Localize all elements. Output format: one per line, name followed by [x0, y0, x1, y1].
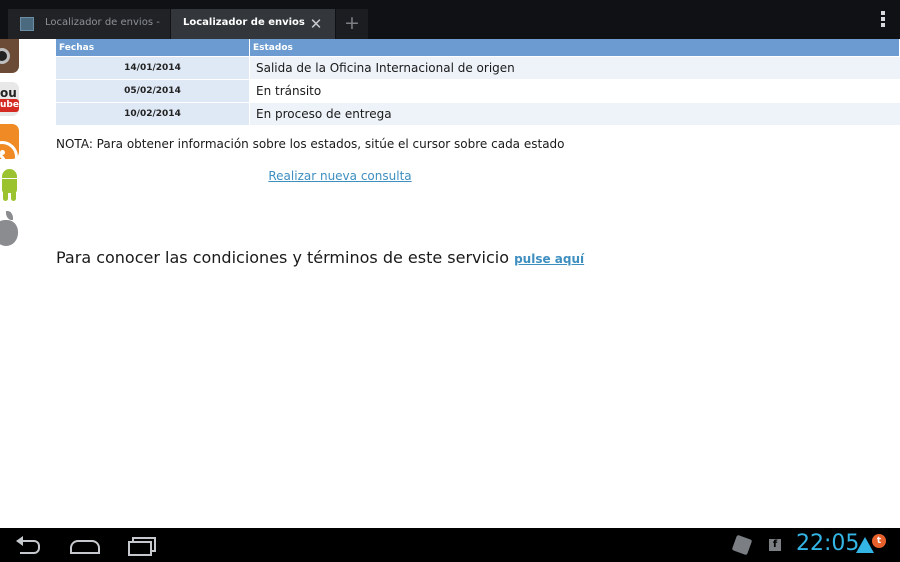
facebook-notification-icon[interactable]: f [769, 539, 781, 551]
notification-app-icon[interactable] [731, 534, 753, 556]
close-tab-icon[interactable]: ✕ [305, 13, 327, 35]
new-tab-button[interactable]: + [336, 9, 368, 39]
tab-title: Localizador de envios - C... [183, 17, 307, 28]
row-status[interactable]: En tránsito [249, 79, 900, 103]
instagram-icon[interactable] [0, 39, 19, 73]
rss-icon[interactable] [0, 124, 19, 159]
site-favicon-icon [20, 17, 34, 31]
apple-icon[interactable] [0, 211, 19, 247]
row-date: 14/01/2014 [56, 56, 250, 80]
tracking-status-table: Fechas Estados 14/01/2014 Salida de la O… [56, 39, 900, 125]
youtube-icon[interactable]: ou ube [0, 82, 19, 116]
row-status[interactable]: Salida de la Oficina Internacional de or… [249, 56, 900, 80]
table-header-row: Fechas Estados [56, 39, 900, 57]
back-icon[interactable] [16, 534, 42, 556]
terms-line: Para conocer las condiciones y términos … [56, 248, 584, 267]
table-row: 14/01/2014 Salida de la Oficina Internac… [56, 56, 900, 80]
table-row: 10/02/2014 En proceso de entrega [56, 102, 900, 125]
status-note: NOTA: Para obtener información sobre los… [56, 137, 565, 151]
overflow-menu-icon[interactable] [880, 11, 886, 29]
clock[interactable]: 22:05 [796, 531, 859, 556]
browser-tab-bar: Localizador de envios - ... Localizador … [0, 0, 900, 39]
youtube-logo-text-top: ou [0, 86, 17, 100]
table-row: 05/02/2014 En tránsito [56, 79, 900, 103]
tab-title: Localizador de envios - ... [45, 17, 163, 28]
header-fechas: Fechas [56, 39, 250, 57]
system-navigation-bar: f 22:05 t [0, 528, 900, 562]
row-status[interactable]: En proceso de entrega [249, 102, 900, 125]
new-query-link[interactable]: Realizar nueva consulta [0, 169, 680, 183]
header-estados: Estados [249, 39, 900, 57]
tab-localizador-1[interactable]: Localizador de envios - ... [8, 9, 170, 39]
recent-apps-icon[interactable] [128, 534, 156, 556]
notification-badge[interactable]: t [872, 534, 886, 548]
row-date: 10/02/2014 [56, 102, 250, 125]
youtube-logo-text-bottom: ube [0, 99, 19, 112]
terms-text: Para conocer las condiciones y términos … [56, 248, 509, 267]
row-date: 05/02/2014 [56, 79, 250, 103]
tab-localizador-2-active[interactable]: Localizador de envios - C... ✕ [171, 9, 335, 39]
terms-link[interactable]: pulse aquí [514, 252, 584, 266]
home-icon[interactable] [70, 534, 100, 556]
